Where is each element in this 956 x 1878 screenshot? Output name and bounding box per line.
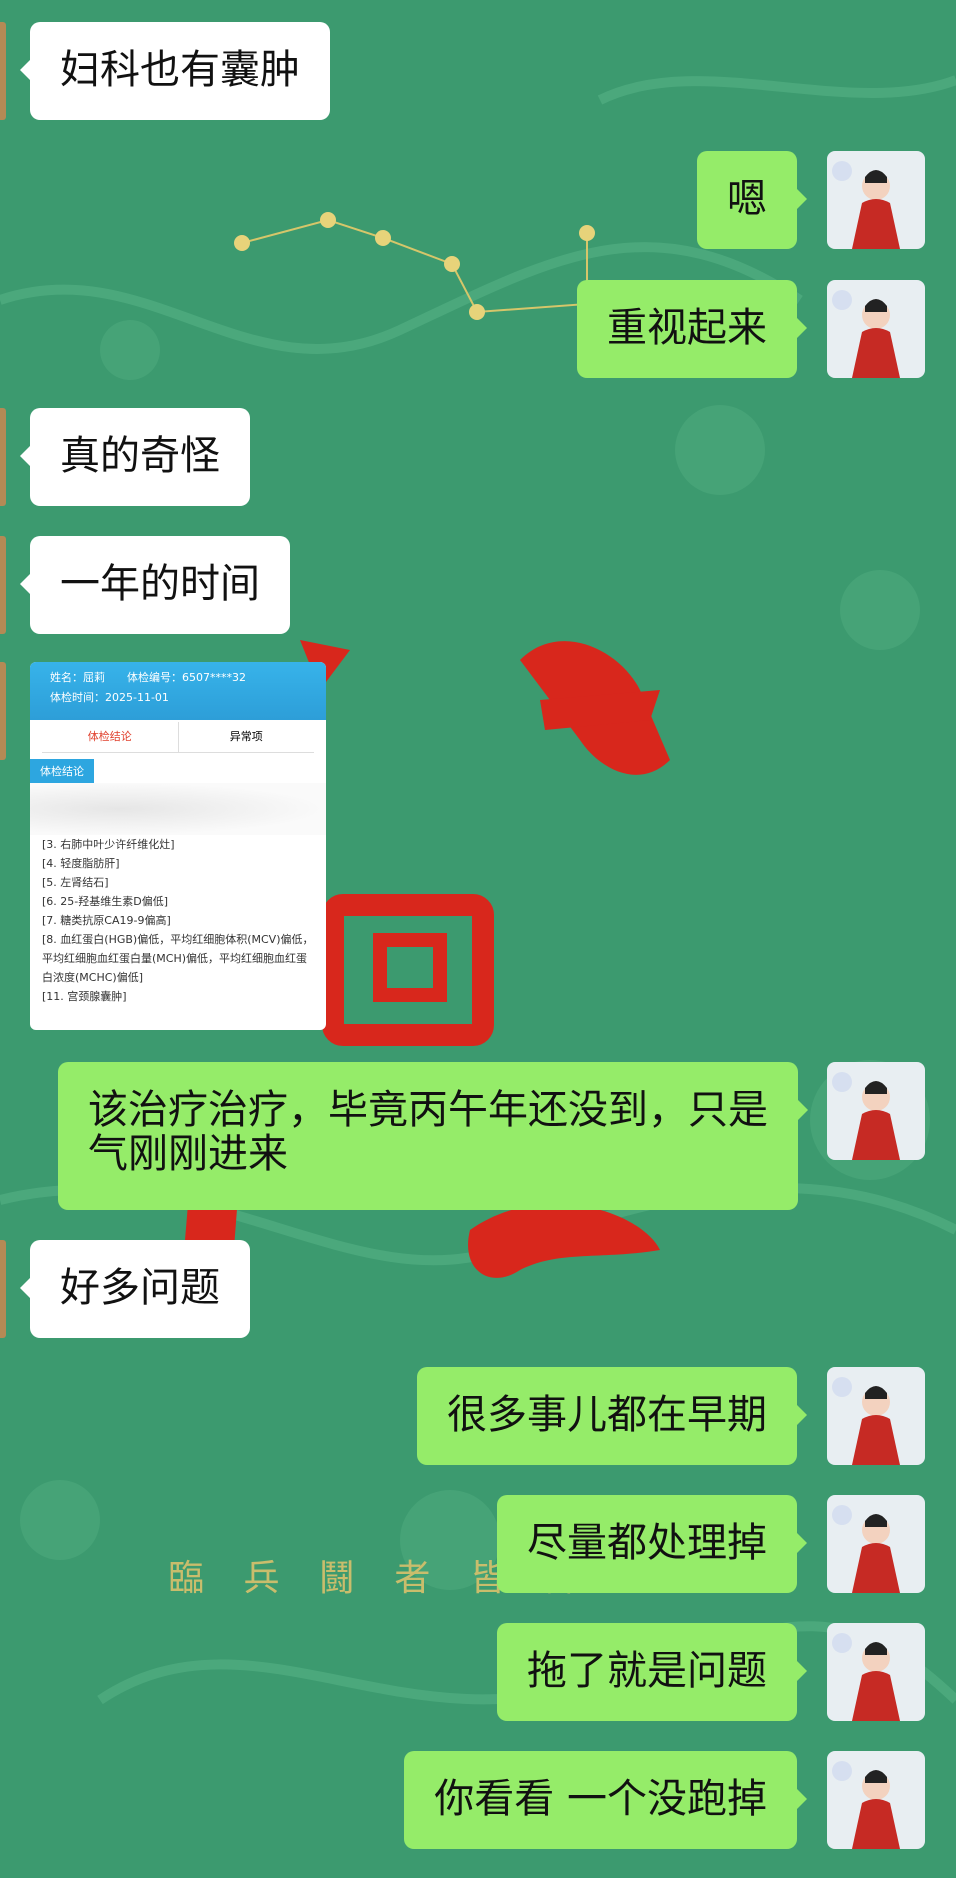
report-item: [5. 左肾结石] bbox=[42, 876, 109, 889]
message-bubble[interactable]: 妇科也有囊肿 bbox=[30, 22, 330, 120]
message-bubble[interactable]: 该治疗治疗，毕竟丙午年还没到，只是气刚刚进来 bbox=[58, 1062, 798, 1210]
message-bubble[interactable]: 你看看 一个没跑掉 bbox=[404, 1751, 797, 1849]
report-item: [7. 糖类抗原CA19-9偏高] bbox=[42, 914, 171, 927]
report-items: [3. 右肺中叶少许纤维化灶] [4. 轻度脂肪肝] [5. 左肾结石] [6.… bbox=[30, 835, 326, 1006]
report-item: [3. 右肺中叶少许纤维化灶] bbox=[42, 838, 175, 851]
message-bubble[interactable]: 拖了就是问题 bbox=[497, 1623, 797, 1721]
my-avatar[interactable] bbox=[827, 280, 925, 378]
message-bubble[interactable]: 真的奇怪 bbox=[30, 408, 250, 506]
report-header: 姓名：屈莉 体检编号：6507****32 体检时间：2025-11-01 bbox=[30, 662, 326, 720]
report-section-tag: 体检结论 bbox=[30, 759, 94, 783]
report-tabs: 体检结论 异常项 bbox=[42, 722, 314, 753]
message-bubble[interactable]: 尽量都处理掉 bbox=[497, 1495, 797, 1593]
my-avatar[interactable] bbox=[827, 1751, 925, 1849]
blurred-area bbox=[30, 783, 326, 835]
report-item: [4. 轻度脂肪肝] bbox=[42, 857, 120, 870]
contact-avatar[interactable] bbox=[0, 1240, 6, 1338]
report-item: [8. 血红蛋白(HGB)偏低，平均红细胞体积(MCV)偏低，平均红细胞血红蛋白… bbox=[42, 933, 314, 984]
my-avatar[interactable] bbox=[827, 1062, 925, 1160]
message-row: 好多问题 bbox=[0, 1240, 250, 1338]
contact-avatar[interactable] bbox=[0, 536, 6, 634]
message-bubble[interactable]: 好多问题 bbox=[30, 1240, 250, 1338]
report-name-line: 姓名：屈莉 体检编号：6507****32 bbox=[50, 671, 246, 684]
message-bubble[interactable]: 很多事儿都在早期 bbox=[417, 1367, 797, 1465]
message-bubble[interactable]: 一年的时间 bbox=[30, 536, 290, 634]
message-row: 真的奇怪 bbox=[0, 408, 250, 506]
contact-avatar[interactable] bbox=[0, 662, 6, 760]
report-time-line: 体检时间：2025-11-01 bbox=[50, 691, 169, 704]
message-bubble[interactable]: 嗯 bbox=[697, 151, 797, 249]
report-item: [11. 宫颈腺囊肿] bbox=[42, 990, 127, 1003]
message-row: 你看看 一个没跑掉 bbox=[404, 1751, 807, 1849]
message-row: 尽量都处理掉 bbox=[497, 1495, 807, 1593]
message-row: 重视起来 bbox=[577, 280, 807, 378]
my-avatar[interactable] bbox=[827, 1495, 925, 1593]
message-row: 妇科也有囊肿 bbox=[0, 22, 330, 120]
message-row: 嗯 bbox=[697, 151, 807, 249]
tab-conclusion: 体检结论 bbox=[42, 722, 179, 752]
contact-avatar[interactable] bbox=[0, 408, 6, 506]
tab-abnormal: 异常项 bbox=[229, 730, 263, 743]
my-avatar[interactable] bbox=[827, 1623, 925, 1721]
message-row: 拖了就是问题 bbox=[497, 1623, 807, 1721]
contact-avatar[interactable] bbox=[0, 22, 6, 120]
message-row: 该治疗治疗，毕竟丙午年还没到，只是气刚刚进来 bbox=[58, 1062, 808, 1210]
message-row: 很多事儿都在早期 bbox=[417, 1367, 807, 1465]
message-row: 一年的时间 bbox=[0, 536, 290, 634]
message-bubble[interactable]: 重视起来 bbox=[577, 280, 797, 378]
image-message-report[interactable]: 姓名：屈莉 体检编号：6507****32 体检时间：2025-11-01 体检… bbox=[30, 662, 326, 1030]
my-avatar[interactable] bbox=[827, 1367, 925, 1465]
report-item: [6. 25-羟基维生素D偏低] bbox=[42, 895, 169, 908]
my-avatar[interactable] bbox=[827, 151, 925, 249]
